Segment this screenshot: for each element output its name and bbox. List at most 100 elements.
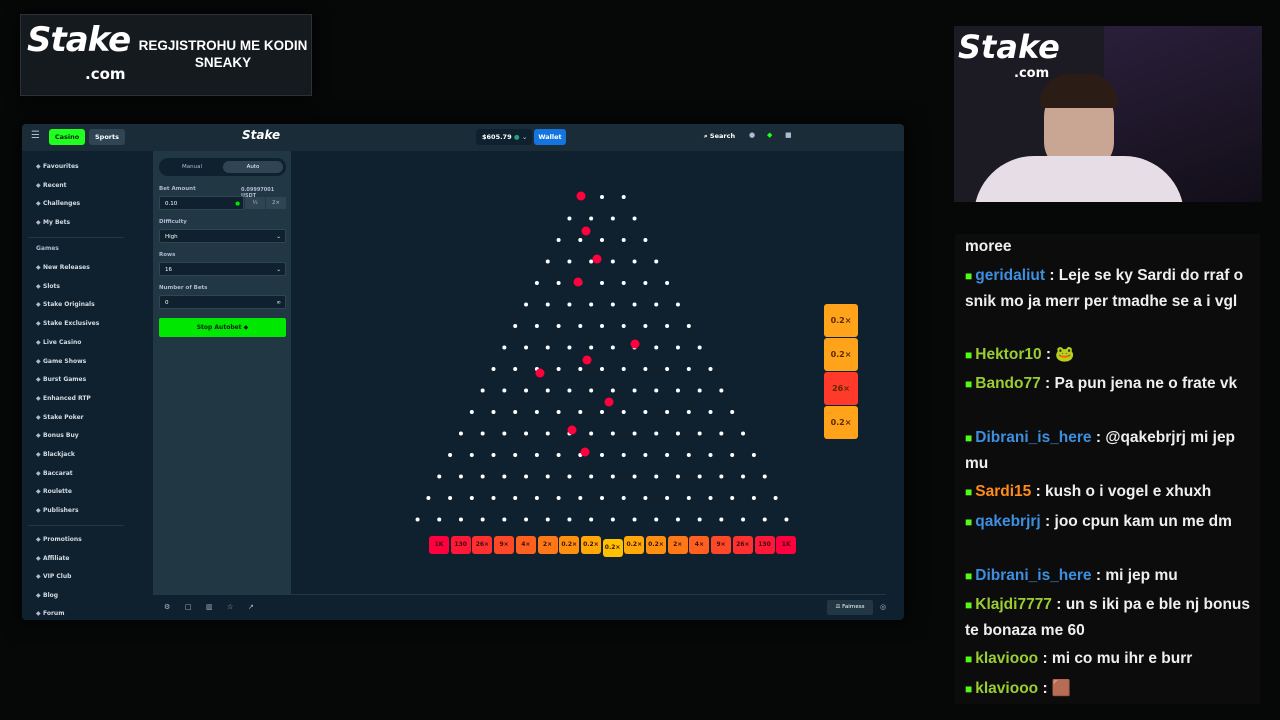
peg (654, 388, 659, 393)
mode-toggle: Manual Auto (159, 158, 286, 176)
sidebar-item-challenges[interactable]: ◆ Challenges (36, 198, 80, 210)
stop-autobet-button[interactable]: Stop Autobet ◆ (159, 318, 286, 337)
sidebar-item-recent[interactable]: ◆ Recent (36, 180, 66, 192)
sidebar-item-enhanced-rtp[interactable]: ◆ Enhanced RTP (36, 393, 91, 405)
chat-username[interactable]: Klajdi7777 (975, 596, 1052, 613)
sidebar-item-roulette-icon: ◆ (36, 488, 41, 496)
difficulty-select[interactable]: High ⌄ (159, 229, 286, 243)
sidebar-item-favourites[interactable]: ◆ Favourites (36, 161, 79, 173)
peg (556, 496, 561, 500)
sidebar-item-baccarat-icon: ◆ (36, 469, 41, 477)
fairness-button[interactable]: ⚖ Fairness (827, 600, 873, 615)
peg (730, 453, 735, 457)
webcam-stake-logo: Stake (958, 28, 1060, 66)
wallet-button[interactable]: Wallet (534, 129, 566, 145)
sidebar-item-blackjack[interactable]: ◆ Blackjack (36, 449, 75, 461)
sidebar-item-my-bets-label: My Bets (43, 218, 71, 226)
peg (610, 517, 615, 522)
peg (665, 410, 670, 414)
theatre-mode-icon[interactable]: □ (185, 603, 192, 611)
sidebar-item-baccarat[interactable]: ◆ Baccarat (36, 468, 73, 480)
sidebar-item-stake-originals[interactable]: ◆ Stake Originals (36, 299, 95, 311)
peg (578, 367, 583, 371)
peg (621, 281, 626, 285)
sidebar-item-promotions[interactable]: ◆ Promotions (36, 534, 82, 546)
rows-select[interactable]: 16 ⌄ (159, 262, 286, 276)
peg (643, 238, 648, 242)
peg (556, 324, 561, 328)
bet-amount-value: 0.10 (165, 201, 178, 207)
tab-auto[interactable]: Auto (223, 161, 283, 173)
peg (534, 324, 539, 328)
sports-tab[interactable]: Sports (89, 129, 125, 145)
chat-username[interactable]: Sardi15 (975, 483, 1031, 500)
chat-username[interactable]: Bando77 (975, 375, 1040, 392)
chat-username[interactable]: klaviooo (975, 650, 1038, 667)
multiplier-bucket: 0.2× (580, 536, 601, 554)
peg (545, 345, 550, 350)
bet-amount-input[interactable]: 0.10 ● (159, 196, 244, 210)
peg (751, 496, 756, 500)
multiplier-bucket: 0.2× (559, 536, 580, 554)
multiplier-bucket: 1K (429, 536, 449, 554)
casino-tab[interactable]: Casino (49, 129, 85, 145)
stream-chat: moree ■ geridaliut : Leje se ky Sardi do r… (955, 234, 1260, 704)
popout-icon[interactable]: ↗ (248, 603, 254, 611)
sidebar-item-new-releases[interactable]: ◆ New Releases (36, 262, 90, 274)
sidebar-item-my-bets[interactable]: ◆ My Bets (36, 217, 70, 229)
chat-username[interactable]: Dibrani_is_here (975, 567, 1091, 584)
stake-logo[interactable]: Stake (242, 128, 280, 142)
chat-message: ■ klaviooo : mi co mu ihr e burr (965, 646, 1255, 672)
peg (491, 367, 496, 371)
peg (654, 517, 659, 522)
search-button[interactable]: ⌕ Search (704, 132, 735, 141)
sidebar-item-burst-games[interactable]: ◆ Burst Games (36, 374, 86, 386)
peg (675, 302, 680, 307)
sidebar-item-game-shows[interactable]: ◆ Game Shows (36, 356, 86, 368)
peg (621, 496, 626, 500)
support-icon[interactable]: ◎ (880, 603, 886, 611)
kick-badge-icon: ■ (965, 348, 973, 362)
sidebar-item-forum[interactable]: ◆ Forum (36, 608, 64, 620)
sidebar-item-stake-exclusives[interactable]: ◆ Stake Exclusives (36, 318, 99, 330)
stats-icon[interactable]: ▥ (206, 603, 213, 611)
chat-icon[interactable]: ■ (785, 131, 792, 139)
sidebar-item-slots[interactable]: ◆ Slots (36, 281, 60, 293)
sidebar: ◆ Favourites ◆ Recent ◆ Challenges ◆ My Bets Gam… (22, 151, 128, 620)
sidebar-item-publishers[interactable]: ◆ Publishers (36, 505, 79, 517)
peg (437, 474, 442, 479)
sidebar-item-stake-poker[interactable]: ◆ Stake Poker (36, 412, 84, 424)
chat-username[interactable]: geridaliut (975, 267, 1045, 284)
peg (686, 410, 691, 414)
sidebar-item-live-casino[interactable]: ◆ Live Casino (36, 337, 81, 349)
chat-username[interactable]: Dibrani_is_here (975, 429, 1091, 446)
notifications-icon[interactable]: ◆ (767, 131, 772, 139)
plinko-ball (592, 254, 602, 264)
half-button[interactable]: ½ (245, 197, 265, 209)
chat-username[interactable]: Hektor10 (975, 346, 1041, 363)
chat-username[interactable]: qakebrjrj (975, 513, 1040, 530)
sidebar-item-affiliate[interactable]: ◆ Affiliate (36, 553, 69, 565)
sidebar-item-stake-exclusives-label: Stake Exclusives (43, 320, 100, 328)
chat-username[interactable]: klaviooo (975, 680, 1038, 697)
peg (415, 517, 420, 522)
sidebar-item-bonus-buy[interactable]: ◆ Bonus Buy (36, 430, 79, 442)
num-bets-input[interactable]: 0 ∞ (159, 295, 286, 309)
sidebar-item-enhanced-rtp-icon: ◆ (36, 394, 41, 402)
sidebar-item-blog[interactable]: ◆ Blog (36, 590, 58, 602)
menu-icon[interactable]: ☰ (31, 130, 40, 142)
tab-manual[interactable]: Manual (162, 161, 222, 173)
bomb-icon: ◆ (243, 324, 249, 331)
balance-display[interactable]: $605.79 ● ⌄ (476, 129, 532, 145)
sidebar-item-vip-club[interactable]: ◆ VIP Club (36, 571, 71, 583)
peg (469, 410, 474, 414)
peg (686, 496, 691, 500)
favourite-icon[interactable]: ☆ (227, 603, 233, 611)
kick-badge-icon: ■ (965, 598, 973, 612)
game-footer: ⚙ □ ▥ ☆ ↗ ⚖ Fairness ◎ (153, 594, 886, 620)
settings-icon[interactable]: ⚙ (164, 603, 170, 611)
user-icon[interactable]: ● (749, 131, 755, 139)
sidebar-item-roulette[interactable]: ◆ Roulette (36, 486, 72, 498)
peg (643, 281, 648, 285)
double-button[interactable]: 2× (266, 197, 286, 209)
